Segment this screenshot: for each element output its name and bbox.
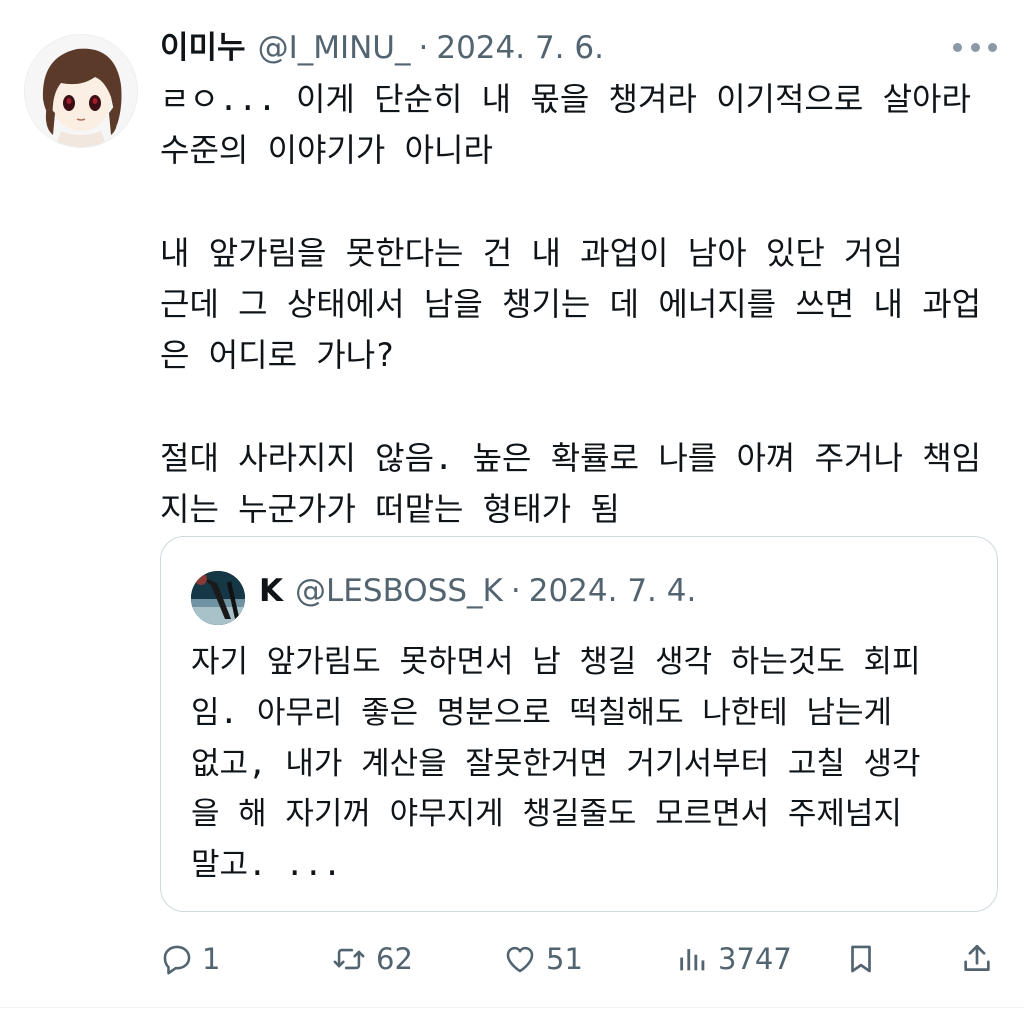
share-icon [960, 942, 994, 976]
share-button[interactable] [960, 934, 994, 984]
quoted-tweet-header: K @LESBOSS_K · 2024. 7. 4. [259, 573, 696, 609]
quoted-author-avatar[interactable] [191, 571, 245, 625]
quoted-author-name[interactable]: K [259, 573, 283, 609]
bookmark-icon [844, 942, 878, 976]
heart-icon [502, 942, 538, 976]
quoted-tweet-date[interactable]: 2024. 7. 4. [529, 573, 697, 609]
quoted-tweet-card[interactable]: K @LESBOSS_K · 2024. 7. 4. 자기 앞가림도 못하면서 … [160, 536, 998, 912]
quoted-tweet-text: 자기 앞가림도 못하면서 남 챙길 생각 하는것도 회피 임. 아무리 좋은 명… [191, 644, 921, 884]
header-separator: · [418, 30, 429, 66]
quoted-header-separator: · [510, 573, 521, 609]
retweet-button[interactable]: 62 [330, 934, 413, 984]
view-count: 3747 [718, 942, 792, 976]
author-handle[interactable]: @I_MINU_ [258, 30, 411, 66]
more-dots-icon[interactable] [953, 32, 997, 62]
author-avatar[interactable] [24, 34, 138, 148]
tweet-date[interactable]: 2024. 7. 6. [436, 30, 604, 66]
retweet-count: 62 [376, 942, 413, 976]
tweet-text: ㄹㅇ... 이게 단순히 내 몫을 챙겨라 이기적으로 살아라 수준의 이야기가… [160, 80, 982, 529]
divider [0, 1007, 1024, 1008]
retweet-icon [330, 942, 368, 976]
like-button[interactable]: 51 [502, 934, 583, 984]
quoted-author-handle[interactable]: @LESBOSS_K [295, 573, 503, 609]
views-bar-icon [676, 942, 710, 976]
reply-count: 1 [202, 942, 221, 976]
tweet-action-bar: 1 62 51 3747 [160, 934, 1000, 984]
bookmark-button[interactable] [844, 934, 878, 984]
reply-icon [160, 942, 194, 976]
tweet-header: 이미누 @I_MINU_ · 2024. 7. 6. [160, 22, 980, 72]
views-button[interactable]: 3747 [676, 934, 792, 984]
reply-button[interactable]: 1 [160, 934, 220, 984]
like-count: 51 [546, 942, 583, 976]
author-name[interactable]: 이미누 [160, 22, 246, 67]
